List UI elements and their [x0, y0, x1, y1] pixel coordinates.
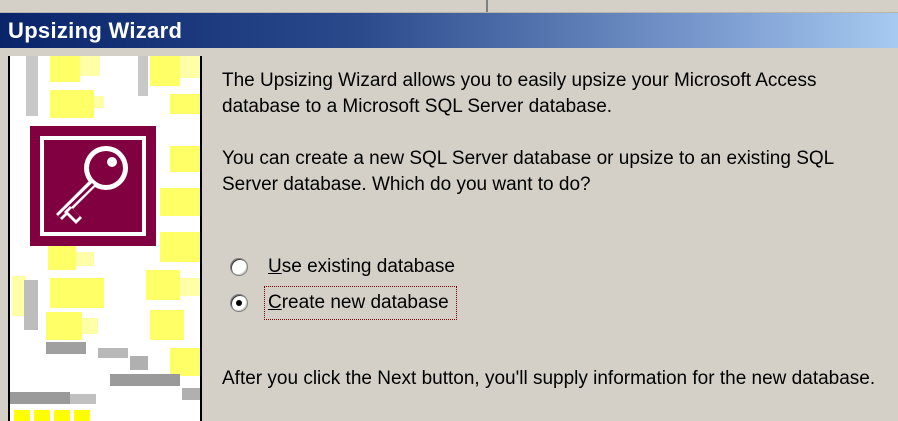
- upsizing-wizard-window: Upsizing Wizard The Upsizing Wizard allo…: [0, 0, 898, 421]
- access-key-icon: [30, 126, 156, 246]
- use-existing-database-radio[interactable]: [230, 258, 248, 276]
- top-strip-divider: [486, 0, 488, 12]
- intro-text: The Upsizing Wizard allows you to easily…: [222, 70, 817, 117]
- top-strip: [0, 0, 898, 13]
- use-existing-database-option[interactable]: Use existing database: [230, 254, 461, 280]
- create-new-accelerator: C: [268, 292, 282, 313]
- wizard-side-graphic: [8, 56, 202, 421]
- yellow-bottom-strip: [14, 410, 90, 421]
- create-new-database-option[interactable]: Create new database: [230, 286, 457, 320]
- question-text: You can create a new SQL Server database…: [222, 148, 834, 195]
- window-title: Upsizing Wizard: [8, 17, 183, 43]
- title-bar[interactable]: Upsizing Wizard: [0, 13, 898, 48]
- use-existing-label-rest: se existing database: [281, 256, 455, 277]
- use-existing-database-label[interactable]: Use existing database: [266, 252, 461, 282]
- create-new-database-label[interactable]: Create new database: [264, 286, 457, 320]
- create-new-label-rest: reate new database: [281, 292, 449, 313]
- wizard-graphic-svg: [10, 56, 200, 421]
- create-new-database-radio[interactable]: [230, 294, 248, 312]
- use-existing-accelerator: U: [268, 256, 282, 277]
- footer-text: After you click the Next button, you'll …: [222, 368, 876, 389]
